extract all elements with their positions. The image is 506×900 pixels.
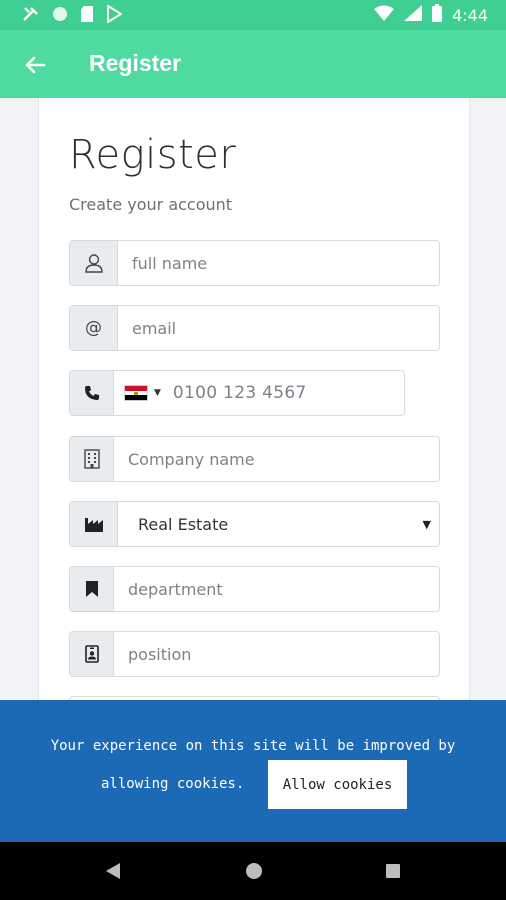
- position-input[interactable]: position: [114, 632, 439, 676]
- bookmark-icon: [85, 581, 98, 597]
- status-right-icons: 4:44: [374, 4, 488, 26]
- company-addon: [70, 437, 114, 481]
- nav-back-button[interactable]: [100, 858, 126, 884]
- phone-addon: [70, 371, 114, 415]
- industry-select-value[interactable]: Real Estate: [118, 502, 439, 546]
- building-icon: [83, 449, 100, 469]
- position-field[interactable]: position: [69, 631, 440, 677]
- nav-recents-button[interactable]: [380, 858, 406, 884]
- phone-input[interactable]: 0100 123 4567: [173, 383, 307, 403]
- industry-addon: [70, 502, 118, 546]
- back-button[interactable]: [18, 48, 52, 82]
- cookie-banner: Your experience on this site will be imp…: [0, 700, 506, 842]
- cookie-message-line1: Your experience on this site will be imp…: [50, 738, 456, 754]
- egypt-flag-icon[interactable]: [124, 385, 148, 401]
- department-addon: [70, 567, 114, 611]
- page-subtitle: Create your account: [69, 195, 233, 214]
- wifi-icon: [374, 5, 395, 25]
- company-input[interactable]: Company name: [114, 437, 439, 481]
- position-addon: [70, 632, 114, 676]
- nav-home-button[interactable]: [241, 858, 267, 884]
- cookie-message-line2: allowing cookies.: [101, 776, 245, 792]
- status-time: 4:44: [452, 5, 488, 25]
- email-addon: @: [70, 306, 118, 350]
- full-name-field[interactable]: full name: [69, 240, 440, 286]
- app-bar: Register: [0, 30, 506, 98]
- select-arrow-icon[interactable]: ▼: [423, 518, 431, 531]
- square-recents-icon: [386, 864, 400, 878]
- register-card: Register Create your account full name @…: [38, 98, 470, 700]
- phone-input-wrap: ▼ 0100 123 4567: [114, 371, 404, 415]
- circle-icon: [52, 6, 68, 26]
- phone-icon: [84, 386, 99, 400]
- phone-field[interactable]: ▼ 0100 123 4567: [69, 370, 405, 416]
- at-icon: @: [85, 318, 102, 338]
- user-icon: [84, 254, 103, 273]
- battery-icon: [432, 4, 443, 26]
- company-field[interactable]: Company name: [69, 436, 440, 482]
- full-name-addon: [70, 241, 118, 285]
- triangle-back-icon: [106, 863, 120, 879]
- status-bar: 4:44: [0, 0, 506, 30]
- full-name-input[interactable]: full name: [118, 241, 439, 285]
- main-content[interactable]: Register Create your account full name @…: [0, 98, 506, 700]
- id-badge-icon: [84, 645, 99, 663]
- email-field[interactable]: @ email: [69, 305, 440, 351]
- play-store-icon: [106, 4, 123, 27]
- page-title: Register: [69, 132, 237, 178]
- app-bar-title: Register: [89, 50, 182, 76]
- industry-icon: [84, 518, 103, 532]
- country-caret-icon[interactable]: ▼: [154, 388, 161, 398]
- sd-card-icon: [80, 5, 94, 27]
- signal-icon: [404, 5, 423, 25]
- email-input[interactable]: email: [118, 306, 439, 350]
- arrow-left-icon: [25, 56, 46, 74]
- tools-icon: [22, 5, 40, 27]
- system-nav-bar: [0, 842, 506, 900]
- circle-home-icon: [246, 863, 262, 879]
- department-input[interactable]: department: [114, 567, 439, 611]
- allow-cookies-button[interactable]: Allow cookies: [268, 760, 407, 809]
- status-left-icons: [22, 4, 123, 27]
- industry-select[interactable]: Real Estate ▼: [69, 501, 440, 547]
- department-field[interactable]: department: [69, 566, 440, 612]
